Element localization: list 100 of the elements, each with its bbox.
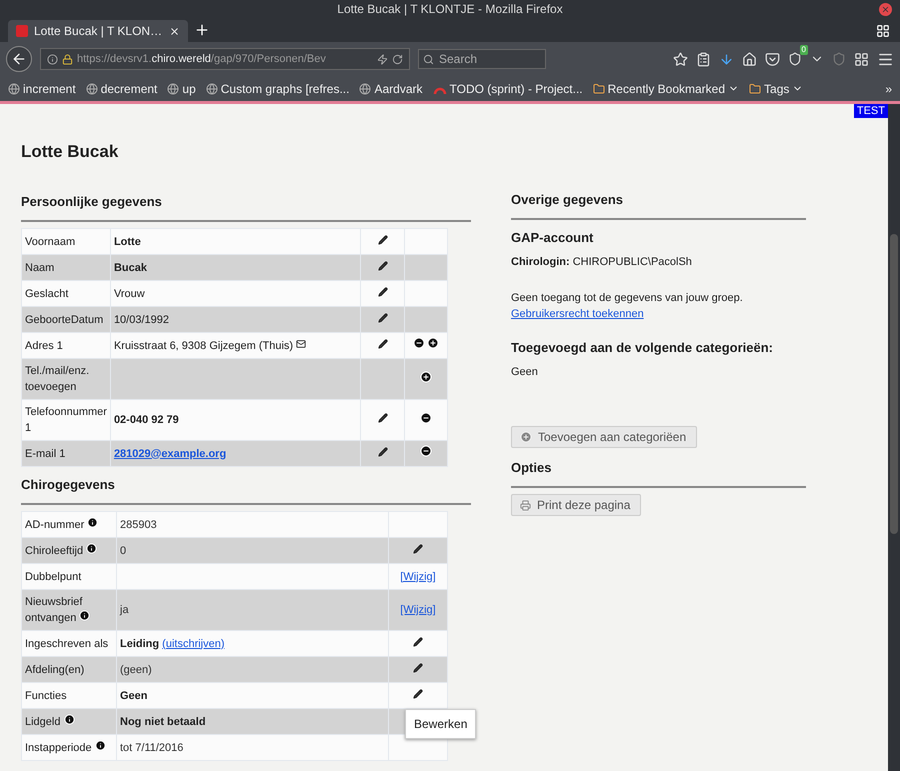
bookmark[interactable]: increment <box>8 82 76 96</box>
minus-icon[interactable] <box>420 445 432 457</box>
pencil-icon[interactable] <box>378 413 388 423</box>
minus-icon[interactable] <box>413 337 425 349</box>
add-category-button[interactable]: Toevoegen aan categoriëen <box>511 426 698 448</box>
field-label: E-mail 1 <box>25 448 66 460</box>
star-icon[interactable] <box>673 52 688 66</box>
field-label: Chiroleeftijd <box>25 544 84 556</box>
pencil-icon[interactable] <box>413 544 423 554</box>
pencil-icon[interactable] <box>378 260 388 270</box>
globe-icon <box>167 82 180 94</box>
field-label: Telefoonnummer 1 <box>25 406 107 434</box>
subsection-heading: Toegevoegd aan de volgende categorieën: <box>511 340 774 355</box>
permission-link[interactable]: Gebruikersrecht toekennen <box>511 308 644 320</box>
folder-icon <box>749 82 762 94</box>
login-text: Chirologin: CHIROPUBLIC\PacolSh <box>511 256 693 268</box>
favicon-icon <box>16 25 28 37</box>
back-button[interactable] <box>6 46 32 72</box>
field-label: GeboorteDatum <box>25 314 104 326</box>
window-title: Lotte Bucak | T KLONTJE - Mozilla Firefox <box>337 2 563 16</box>
field-label: Ingeschreven als <box>25 638 108 650</box>
section-heading: Opties <box>511 460 552 475</box>
field-label: Dubbelpunt <box>25 570 82 582</box>
field-value: Nog niet betaald <box>120 716 206 728</box>
scroll-thumb[interactable] <box>890 234 898 534</box>
pencil-icon[interactable] <box>378 312 388 322</box>
categories-value: Geen <box>511 366 539 378</box>
pencil-icon[interactable] <box>378 286 388 296</box>
close-icon[interactable] <box>169 26 180 36</box>
field-label: Afdeling(en) <box>25 664 84 676</box>
pencil-icon[interactable] <box>378 234 388 244</box>
pencil-icon[interactable] <box>378 446 388 456</box>
field-label: Nieuwsbrief ontvangen <box>25 596 82 624</box>
field-value: Leiding <box>120 638 160 650</box>
plus-icon[interactable] <box>427 337 439 349</box>
clipboard-icon[interactable] <box>696 52 711 66</box>
section-heading: Persoonlijke gegevens <box>21 194 163 209</box>
pencil-icon[interactable] <box>378 338 388 348</box>
section-heading: Chirogegevens <box>21 477 116 492</box>
bookmark[interactable]: Recently Bookmarked <box>592 82 740 96</box>
print-button[interactable]: Print deze pagina <box>511 494 642 516</box>
pocket-icon[interactable] <box>765 52 780 66</box>
field-label: Functies <box>25 690 67 702</box>
field-label: Adres 1 <box>25 340 63 352</box>
plus-icon[interactable] <box>420 370 432 382</box>
field-label: Naam <box>25 262 54 274</box>
pencil-icon[interactable] <box>413 688 423 698</box>
tooltip: Bewerken <box>405 708 476 738</box>
close-icon[interactable] <box>879 3 892 16</box>
home-icon[interactable] <box>742 52 757 66</box>
section-heading: Overige gegevens <box>511 192 624 207</box>
field-value: (geen) <box>120 664 152 676</box>
field-label: Instapperiode <box>25 742 92 754</box>
field-value: 02-040 92 79 <box>114 414 179 426</box>
field-label: Tel./mail/enz. toevoegen <box>25 365 90 393</box>
change-link[interactable]: [Wijzig] <box>400 604 436 616</box>
page-title: Lotte Bucak <box>21 142 120 162</box>
count-badge: 0 <box>800 45 808 55</box>
printer-icon <box>520 500 531 510</box>
address-bar[interactable]: https://devsrv1.chiro.wereld/gap/970/Personen/Bev <box>40 48 410 70</box>
field-label: Lidgeld <box>25 716 60 728</box>
globe-icon <box>206 82 218 94</box>
field-value: 0 <box>120 544 126 556</box>
field-value: tot 7/11/2016 <box>120 742 184 754</box>
plus-icon <box>520 431 532 443</box>
field-label: AD-nummer <box>25 518 84 530</box>
globe-icon <box>86 82 98 94</box>
bookmark[interactable]: TODO (sprint) - Project... <box>432 82 583 96</box>
globe-icon <box>8 82 20 94</box>
field-value: 285903 <box>120 518 157 530</box>
browser-tab[interactable]: Lotte Bucak | T KLON… <box>8 20 188 42</box>
bookmark[interactable]: Tags <box>749 82 804 96</box>
grid-icon[interactable] <box>854 52 869 66</box>
bookmark[interactable]: up <box>167 82 196 96</box>
field-value: 10/03/1992 <box>114 314 169 326</box>
pencil-icon[interactable] <box>413 662 423 672</box>
bookmark[interactable]: Aardvark <box>359 82 422 96</box>
subsection-heading: GAP-account <box>511 230 594 245</box>
field-value: ja <box>120 604 129 616</box>
field-value: Bucak <box>114 262 147 274</box>
test-badge: TEST <box>854 104 888 118</box>
field-label: Voornaam <box>25 236 76 248</box>
folder-icon <box>592 82 605 94</box>
bookmark[interactable]: decrement <box>86 82 158 96</box>
field-value: Kruisstraat 6, 9308 Gijzegem (Thuis) <box>114 340 294 352</box>
field-value: Lotte <box>114 236 141 248</box>
mail-icon <box>296 338 306 348</box>
overflow-button[interactable]: » <box>885 82 892 96</box>
access-text: Geen toegang tot de gegevens van jouw groep. <box>511 292 744 304</box>
new-tab-icon[interactable] <box>194 22 210 38</box>
field-value: Vrouw <box>114 288 145 300</box>
minus-icon[interactable] <box>420 412 432 424</box>
pencil-icon[interactable] <box>413 636 423 646</box>
unsubscribe-link[interactable]: (uitschrijven) <box>162 638 225 650</box>
download-icon[interactable] <box>719 52 734 66</box>
globe-icon <box>359 82 372 94</box>
bookmark[interactable]: Custom graphs [refres... <box>206 82 350 96</box>
field-label: Geslacht <box>25 288 68 300</box>
search-field[interactable]: Search <box>418 49 546 69</box>
grid-icon[interactable] <box>876 24 890 38</box>
